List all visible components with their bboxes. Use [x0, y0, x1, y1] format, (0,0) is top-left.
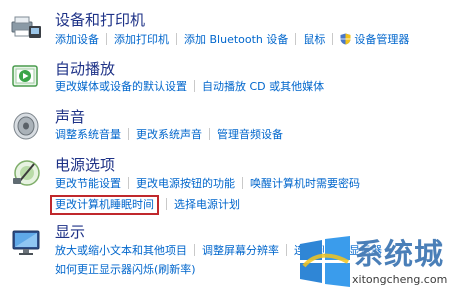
- speaker-icon[interactable]: [10, 110, 42, 142]
- section-power-options: 电源选项 更改节能设置 更改电源按钮的功能 唤醒计算机时需要密码 更改计算机睡眠时间…: [0, 148, 472, 216]
- separator: [295, 33, 297, 45]
- section-links-row-2: 更改计算机睡眠时间 选择电源计划: [50, 195, 240, 215]
- separator: [106, 33, 107, 45]
- section-devices-printers: 设备和打印机 添加设备 添加打印机 添加 Bluetooth 设备 鼠标 设备管理器: [0, 0, 472, 52]
- power-icon[interactable]: [10, 156, 42, 188]
- printer-icon[interactable]: [10, 10, 42, 42]
- section-title-autoplay[interactable]: 自动播放: [55, 60, 115, 78]
- add-printer-link[interactable]: 添加打印机: [114, 33, 169, 47]
- manage-audio-devices-link[interactable]: 管理音频设备: [217, 128, 283, 142]
- separator: [332, 33, 334, 45]
- separator: [128, 177, 129, 189]
- separator: [194, 244, 195, 256]
- watermark-logo-icon: [300, 236, 350, 287]
- watermark-url: xitongcheng.com: [352, 273, 448, 286]
- separator: [166, 198, 167, 210]
- choose-power-plan-link[interactable]: 选择电源计划: [174, 198, 240, 212]
- resize-text-link[interactable]: 放大或缩小文本和其他项目: [55, 244, 187, 258]
- device-manager-label: 设备管理器: [354, 33, 410, 46]
- add-bluetooth-device-link[interactable]: 添加 Bluetooth 设备: [184, 33, 288, 47]
- autoplay-cd-link[interactable]: 自动播放 CD 或其他媒体: [202, 80, 324, 94]
- section-links: 更改媒体或设备的默认设置 自动播放 CD 或其他媒体: [55, 80, 324, 94]
- change-power-saving-link[interactable]: 更改节能设置: [55, 177, 121, 191]
- autoplay-icon[interactable]: [10, 60, 42, 92]
- section-title-power-options[interactable]: 电源选项: [55, 156, 115, 174]
- require-password-on-wakeup-link[interactable]: 唤醒计算机时需要密码: [250, 177, 360, 191]
- section-sound: 声音 调整系统音量 更改系统声音 管理音频设备: [0, 100, 472, 148]
- separator: [194, 80, 195, 92]
- watermark: 系统城 xitongcheng.com: [290, 232, 472, 294]
- change-power-buttons-link[interactable]: 更改电源按钮的功能: [136, 177, 235, 191]
- section-links: 添加设备 添加打印机 添加 Bluetooth 设备 鼠标 设备管理器: [55, 33, 409, 47]
- section-links: 更改节能设置 更改电源按钮的功能 唤醒计算机时需要密码: [55, 177, 360, 191]
- page-title[interactable]: 设备和打印机: [55, 11, 145, 29]
- adjust-resolution-link[interactable]: 调整屏幕分辨率: [202, 244, 279, 258]
- section-title-display[interactable]: 显示: [55, 223, 85, 241]
- separator: [209, 128, 210, 140]
- section-title-sound[interactable]: 声音: [55, 108, 85, 126]
- change-system-sounds-link[interactable]: 更改系统声音: [136, 128, 202, 142]
- fix-flicker-link[interactable]: 如何更正显示器闪烁(刷新率): [55, 263, 196, 277]
- adjust-volume-link[interactable]: 调整系统音量: [55, 128, 121, 142]
- shield-icon: [340, 33, 351, 45]
- change-media-defaults-link[interactable]: 更改媒体或设备的默认设置: [55, 80, 187, 94]
- section-links-row-2: 如何更正显示器闪烁(刷新率): [55, 263, 196, 277]
- add-device-link[interactable]: 添加设备: [55, 33, 99, 47]
- device-manager-link[interactable]: 设备管理器: [340, 33, 409, 47]
- separator: [176, 33, 177, 45]
- change-sleep-time-link[interactable]: 更改计算机睡眠时间: [50, 195, 159, 215]
- section-links: 调整系统音量 更改系统声音 管理音频设备: [55, 128, 283, 142]
- display-icon[interactable]: [10, 226, 42, 258]
- mouse-link[interactable]: 鼠标: [303, 33, 325, 47]
- separator: [128, 128, 129, 140]
- separator: [242, 177, 243, 189]
- section-autoplay: 自动播放 更改媒体或设备的默认设置 自动播放 CD 或其他媒体: [0, 52, 472, 100]
- separator: [286, 244, 287, 256]
- watermark-logo-text: 系统城: [354, 237, 445, 271]
